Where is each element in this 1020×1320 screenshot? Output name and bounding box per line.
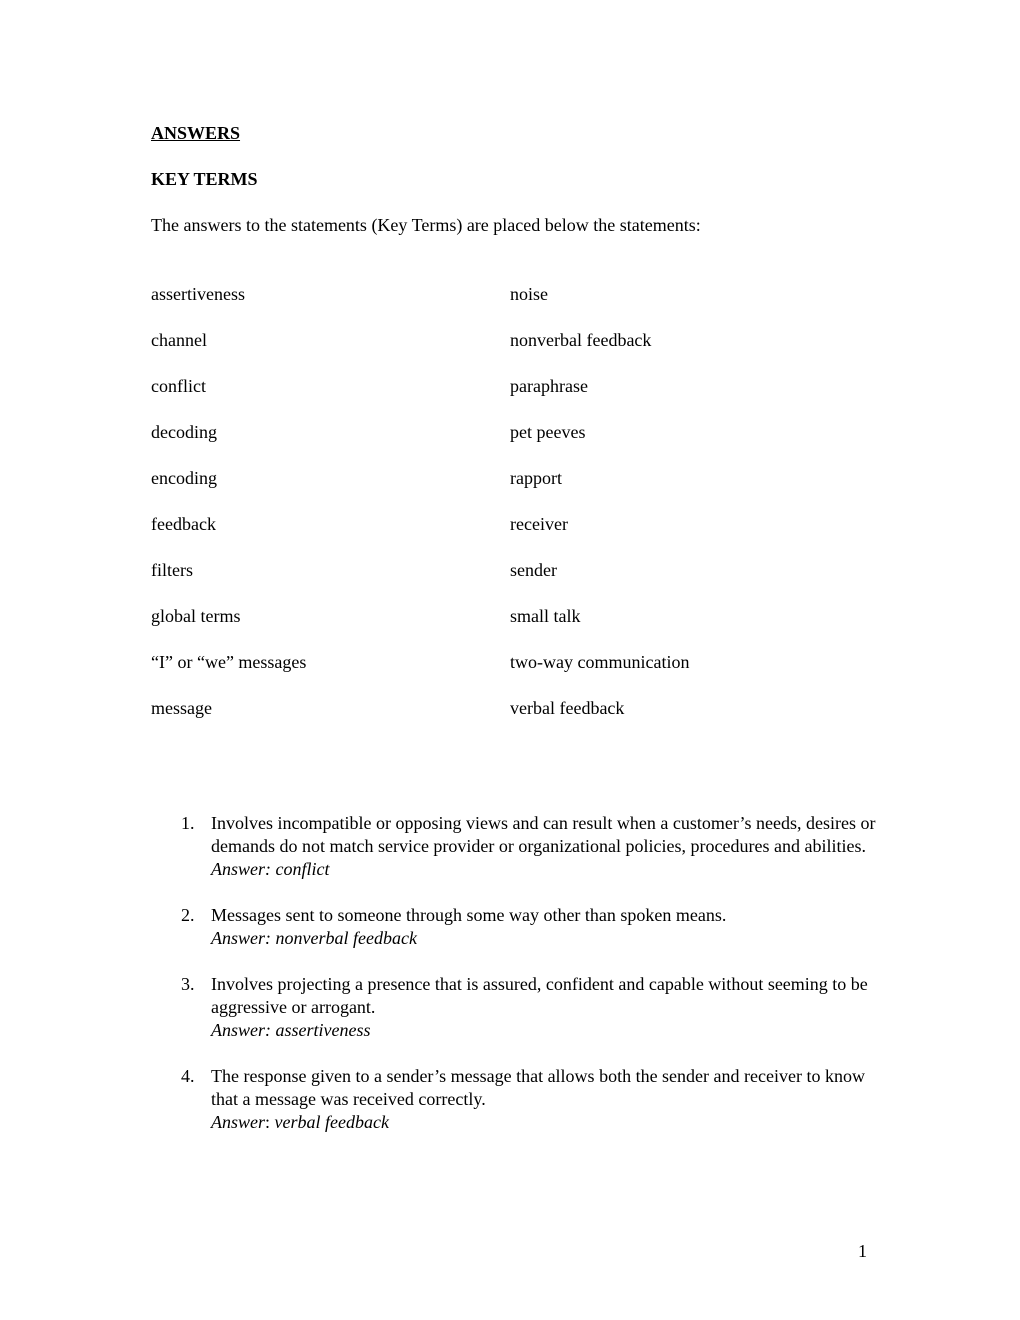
question-item: 3. Involves projecting a presence that i… bbox=[181, 973, 881, 1042]
term: global terms bbox=[151, 606, 241, 626]
question-number: 4. bbox=[181, 1066, 195, 1086]
term-row: conflict paraphrase bbox=[151, 375, 851, 421]
term: pet peeves bbox=[510, 422, 586, 442]
question-text: The response given to a sender’s message… bbox=[211, 1066, 865, 1109]
answer-value: conflict bbox=[275, 859, 330, 879]
question-answer: Answer: conflict bbox=[211, 858, 881, 881]
term-row: decoding pet peeves bbox=[151, 421, 851, 467]
term: decoding bbox=[151, 422, 217, 442]
term: message bbox=[151, 698, 212, 718]
question-answer: Answer: assertiveness bbox=[211, 1019, 881, 1042]
answer-separator: : bbox=[265, 1112, 275, 1132]
question-number: 1. bbox=[181, 813, 195, 833]
question-text: Messages sent to someone through some wa… bbox=[211, 905, 727, 925]
question-number: 2. bbox=[181, 905, 195, 925]
answers-heading: ANSWERS bbox=[151, 123, 241, 143]
term-row: assertiveness noise bbox=[151, 283, 851, 329]
question-number: 3. bbox=[181, 974, 195, 994]
term: small talk bbox=[510, 606, 581, 626]
term: encoding bbox=[151, 468, 217, 488]
term: “I” or “we” messages bbox=[151, 652, 307, 672]
question-item: 1. Involves incompatible or opposing vie… bbox=[181, 812, 881, 881]
term: nonverbal feedback bbox=[510, 330, 652, 350]
answer-separator: : bbox=[265, 859, 276, 879]
term: assertiveness bbox=[151, 284, 245, 304]
answer-label: Answer bbox=[211, 1112, 265, 1132]
answer-value: verbal feedback bbox=[274, 1112, 389, 1132]
intro-paragraph: The answers to the statements (Key Terms… bbox=[151, 215, 701, 235]
term-row: filters sender bbox=[151, 559, 851, 605]
term: feedback bbox=[151, 514, 216, 534]
term: receiver bbox=[510, 514, 568, 534]
answer-separator: : bbox=[265, 1020, 276, 1040]
term: conflict bbox=[151, 376, 206, 396]
term: filters bbox=[151, 560, 193, 580]
term-row: channel nonverbal feedback bbox=[151, 329, 851, 375]
answer-value: nonverbal feedback bbox=[275, 928, 417, 948]
question-text: Involves projecting a presence that is a… bbox=[211, 974, 868, 1017]
document-page: ANSWERS KEY TERMS The answers to the sta… bbox=[0, 0, 1020, 1320]
term-row: global terms small talk bbox=[151, 605, 851, 651]
term-row: “I” or “we” messages two-way communicati… bbox=[151, 651, 851, 697]
question-text: Involves incompatible or opposing views … bbox=[211, 813, 876, 856]
answer-label: Answer bbox=[211, 1020, 265, 1040]
answer-separator: : bbox=[265, 928, 276, 948]
question-item: 2. Messages sent to someone through some… bbox=[181, 904, 881, 950]
answer-label: Answer bbox=[211, 928, 265, 948]
question-answer: Answer: nonverbal feedback bbox=[211, 927, 881, 950]
term: verbal feedback bbox=[510, 698, 625, 718]
page-number: 1 bbox=[858, 1241, 867, 1261]
answer-value: assertiveness bbox=[275, 1020, 371, 1040]
term: two-way communication bbox=[510, 652, 690, 672]
question-item: 4. The response given to a sender’s mess… bbox=[181, 1065, 881, 1134]
term-row: encoding rapport bbox=[151, 467, 851, 513]
term: channel bbox=[151, 330, 207, 350]
term-row: message verbal feedback bbox=[151, 697, 851, 743]
term-row: feedback receiver bbox=[151, 513, 851, 559]
term: sender bbox=[510, 560, 557, 580]
answer-label: Answer bbox=[211, 859, 265, 879]
questions-list: 1. Involves incompatible or opposing vie… bbox=[181, 812, 881, 1157]
key-terms-list: assertiveness noise channel nonverbal fe… bbox=[151, 283, 851, 743]
term: rapport bbox=[510, 468, 562, 488]
term: noise bbox=[510, 284, 548, 304]
term: paraphrase bbox=[510, 376, 588, 396]
key-terms-heading: KEY TERMS bbox=[151, 169, 258, 189]
question-answer: Answer: verbal feedback bbox=[211, 1111, 881, 1134]
